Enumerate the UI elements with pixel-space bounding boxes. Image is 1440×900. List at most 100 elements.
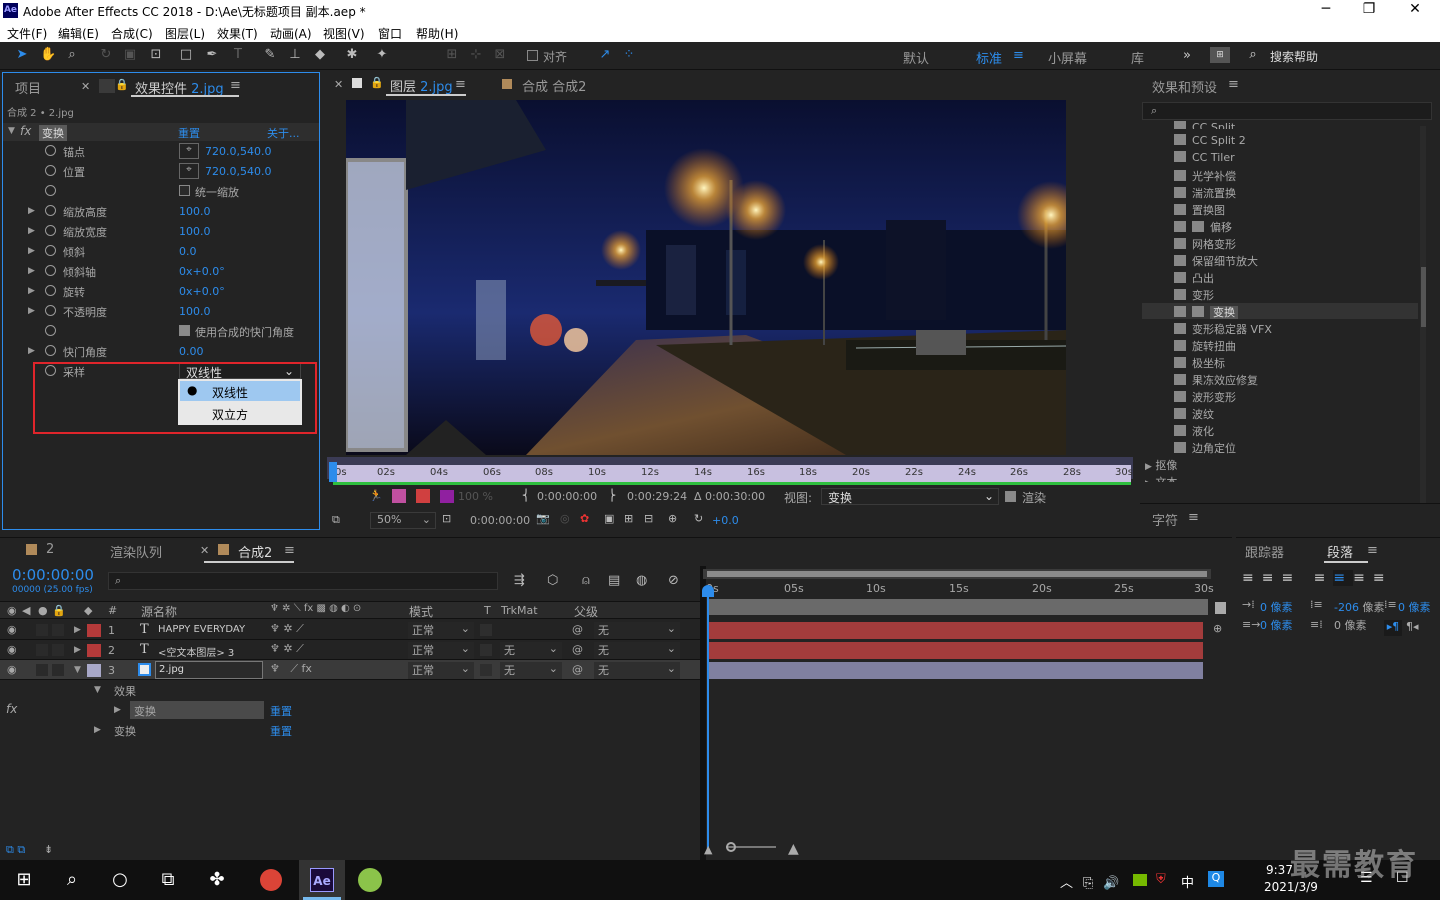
eye-icon[interactable]: ◉ bbox=[7, 663, 17, 676]
cortana-icon[interactable]: ○ bbox=[108, 868, 132, 892]
fx-item[interactable]: 光学补偿 bbox=[1174, 168, 1236, 185]
rtl-direction-icon[interactable]: ¶◂ bbox=[1406, 620, 1419, 633]
sync-settings-icon[interactable]: ⊞ bbox=[1210, 47, 1230, 63]
parent-select[interactable]: 无 ⌄ bbox=[594, 662, 680, 679]
security-icon[interactable]: ⛨ bbox=[1156, 872, 1166, 887]
out-point-icon[interactable] bbox=[416, 489, 430, 503]
panel-menu-icon[interactable]: ≡ bbox=[1228, 77, 1239, 92]
out-marker-icon[interactable]: ⎬ bbox=[608, 489, 616, 502]
tab-tracker[interactable]: 跟踪器 bbox=[1245, 542, 1284, 561]
stopwatch-icon[interactable] bbox=[45, 305, 56, 316]
stopwatch-icon[interactable] bbox=[45, 245, 56, 256]
frame-blend-icon[interactable]: ▤ bbox=[608, 573, 620, 588]
stopwatch-icon[interactable] bbox=[45, 325, 56, 336]
expand-triangle-icon[interactable]: ▶ bbox=[28, 206, 35, 216]
prop-value[interactable]: 0x+0.0° bbox=[179, 265, 225, 278]
minimize-button[interactable]: ─ bbox=[1306, 1, 1346, 17]
preserve-transparency-toggle[interactable] bbox=[480, 624, 492, 636]
fx-item[interactable]: 置换图 bbox=[1174, 202, 1225, 219]
menu-animation[interactable]: 动画(A) bbox=[270, 25, 312, 42]
prop-value[interactable]: 720.0,540.0 bbox=[205, 165, 271, 178]
menu-layer[interactable]: 图层(L) bbox=[165, 25, 205, 42]
transform-group-row[interactable]: ▶ 变换 重置 bbox=[0, 720, 700, 740]
eye-icon[interactable]: ◉ bbox=[7, 643, 17, 656]
playhead-handle[interactable] bbox=[702, 585, 714, 597]
col-num[interactable]: # bbox=[108, 604, 117, 617]
windows-start-icon[interactable]: ⊞ bbox=[12, 868, 36, 892]
fit-icon[interactable]: ⊡ bbox=[442, 512, 451, 525]
opacity-value[interactable]: 100 % bbox=[458, 490, 493, 503]
close-button[interactable]: ✕ bbox=[1395, 1, 1435, 17]
view-select[interactable]: 变换 ⌄ bbox=[821, 488, 999, 505]
nvidia-icon[interactable] bbox=[1133, 874, 1147, 886]
fx-item[interactable]: 保留细节放大 bbox=[1174, 253, 1258, 270]
tab-render-queue[interactable]: 渲染队列 bbox=[110, 542, 162, 561]
stopwatch-icon[interactable] bbox=[45, 345, 56, 356]
hand-tool-icon[interactable]: ✋ bbox=[40, 47, 56, 63]
shy-icon[interactable]: ⍝ bbox=[582, 573, 590, 588]
timeline-time-ruler[interactable]: 0s 05s 10s 15s 20s 25s 30s bbox=[706, 582, 1214, 597]
in-marker-icon[interactable]: ⎨ bbox=[522, 489, 530, 502]
selection-tool-icon[interactable]: ➤ bbox=[14, 47, 30, 63]
clone-stamp-tool-icon[interactable]: ⊥ bbox=[287, 47, 303, 63]
uniform-scale-checkbox[interactable] bbox=[179, 185, 190, 196]
search-help-field[interactable]: 搜索帮助 bbox=[1270, 48, 1318, 65]
chrome-icon[interactable] bbox=[260, 869, 282, 891]
menu-edit[interactable]: 编辑(E) bbox=[58, 25, 99, 42]
eraser-tool-icon[interactable]: ◆ bbox=[312, 47, 328, 63]
type-tool-icon[interactable]: T bbox=[230, 47, 246, 63]
prop-value[interactable]: 100.0 bbox=[179, 225, 211, 238]
fx-item[interactable]: 变形稳定器 VFX bbox=[1174, 321, 1272, 338]
layer-switches-toggle-icon[interactable]: ⧉ ⧉ bbox=[6, 843, 25, 857]
expand-triangle-icon[interactable]: ▶ bbox=[74, 625, 81, 635]
prop-value[interactable]: 720.0,540.0 bbox=[205, 145, 271, 158]
tab-composition[interactable]: 合成 合成2 bbox=[522, 76, 586, 95]
snapshot-icon[interactable]: 📷 bbox=[536, 512, 550, 525]
task-view-icon[interactable]: ⧉ bbox=[156, 868, 180, 892]
panel-menu-icon[interactable]: ≡ bbox=[230, 78, 241, 93]
parent-select[interactable]: 无 ⌄ bbox=[594, 622, 680, 639]
fx-item[interactable]: 液化 bbox=[1174, 423, 1214, 440]
expand-triangle-icon[interactable]: ▶ bbox=[28, 306, 35, 316]
collapse-triangle-icon[interactable]: ▼ bbox=[74, 665, 81, 675]
close-icon[interactable]: ✕ bbox=[334, 78, 343, 91]
mask-icon[interactable]: ⊟ bbox=[644, 512, 653, 525]
col-parent[interactable]: 父级 bbox=[574, 603, 598, 620]
pen-tool-icon[interactable]: ✒ bbox=[204, 47, 220, 63]
lock-toggle[interactable] bbox=[52, 624, 64, 636]
stopwatch-icon[interactable] bbox=[45, 145, 56, 156]
crosshair-icon[interactable]: ⌖ bbox=[179, 163, 199, 179]
playhead-icon[interactable] bbox=[329, 462, 337, 482]
prop-value[interactable]: 100.0 bbox=[179, 205, 211, 218]
fx-item[interactable]: 波纹 bbox=[1174, 406, 1214, 423]
ime-indicator[interactable]: 中 bbox=[1181, 872, 1194, 891]
show-snapshot-icon[interactable]: ◎ bbox=[560, 512, 570, 525]
label-color-swatch[interactable] bbox=[87, 624, 101, 637]
prop-value[interactable]: 0x+0.0° bbox=[179, 285, 225, 298]
layer-name[interactable]: HAPPY EVERYDAY bbox=[158, 624, 245, 635]
prop-value[interactable]: 0.0 bbox=[179, 245, 197, 258]
zoom-tool-icon[interactable]: ⌕ bbox=[64, 47, 80, 63]
draft-3d-icon[interactable]: ⬡ bbox=[547, 573, 558, 588]
reset-link[interactable]: 重置 bbox=[270, 703, 292, 719]
fx-group-text[interactable]: ▶ 文本 bbox=[1145, 474, 1177, 482]
panel-menu-icon[interactable]: ≡ bbox=[1188, 510, 1199, 525]
pickwhip-icon[interactable]: @ bbox=[572, 643, 583, 656]
effects-scrollbar-thumb[interactable] bbox=[1421, 267, 1426, 327]
search-help-icon[interactable]: ⌕ bbox=[1245, 47, 1261, 63]
trkmat-select[interactable]: 无 ⌄ bbox=[500, 642, 562, 659]
workspace-libraries[interactable]: 库 bbox=[1131, 48, 1144, 67]
tray-icons[interactable]: ︿⎘🔊 bbox=[1060, 872, 1130, 891]
workspace-menu-icon[interactable]: ≡ bbox=[1013, 48, 1024, 63]
close-icon[interactable]: ✕ bbox=[200, 544, 209, 557]
workspace-standard[interactable]: 标准 bbox=[976, 48, 1002, 67]
comp-shutter-checkbox[interactable] bbox=[179, 325, 190, 336]
comp-flowchart-icon[interactable]: ⇶ bbox=[514, 573, 525, 588]
transparency-grid-icon[interactable]: ⊞ bbox=[624, 512, 633, 525]
space-after-value[interactable]: 0 像素 bbox=[1334, 617, 1367, 633]
comp-button-icon[interactable] bbox=[1215, 602, 1226, 614]
graph-editor-icon[interactable]: ⊘ bbox=[668, 573, 679, 588]
brush-tool-icon[interactable]: ✎ bbox=[262, 47, 278, 63]
expand-triangle-icon[interactable]: ▶ bbox=[28, 346, 35, 356]
layer-bar-3[interactable] bbox=[709, 662, 1203, 679]
